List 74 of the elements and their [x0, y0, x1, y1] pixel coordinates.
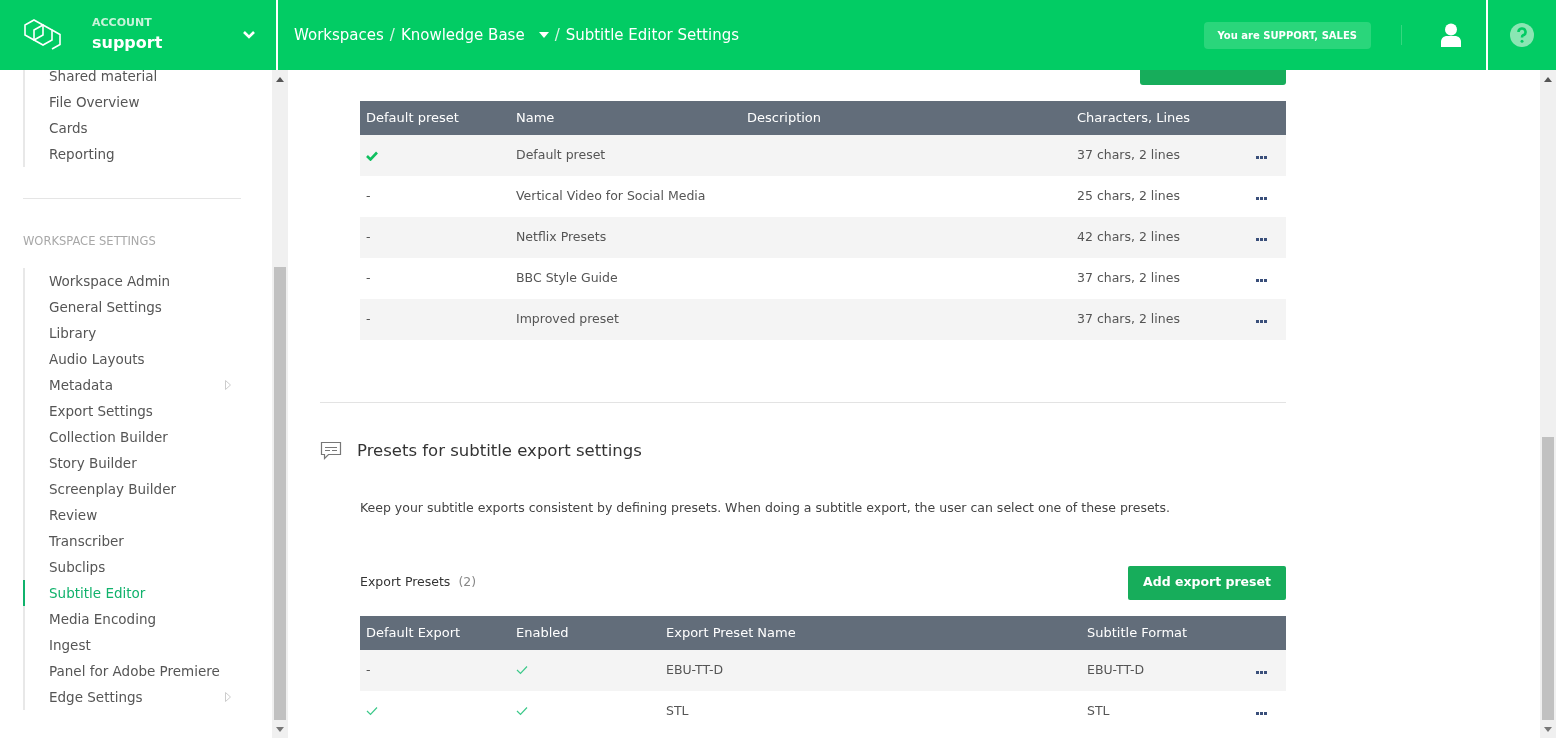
more-icon[interactable]	[1256, 238, 1267, 242]
table-cell: EBU-TT-D	[1087, 661, 1145, 677]
logo-icon[interactable]	[24, 17, 62, 53]
table-cell: -	[366, 229, 371, 245]
caret-down-icon[interactable]	[538, 32, 549, 39]
sidebar-item[interactable]: Reporting	[23, 141, 241, 167]
sidebar-item[interactable]: Cards	[23, 115, 241, 141]
scrollbar[interactable]	[272, 70, 288, 738]
section-heading: WORKSPACE SETTINGS	[23, 233, 157, 250]
table-cell: STL	[666, 702, 689, 718]
sidebar-item[interactable]: Review	[23, 502, 241, 529]
table-cell: Improved preset	[516, 311, 619, 327]
sidebar-item[interactable]: Story Builder	[23, 450, 241, 477]
sidebar-item[interactable]: Subclips	[23, 554, 241, 581]
breadcrumb-separator: /	[389, 24, 395, 46]
count-label: (2)	[458, 574, 477, 590]
more-icon[interactable]	[1256, 320, 1267, 324]
breadcrumb-separator: /	[554, 24, 560, 46]
sidebar-item[interactable]: Screenplay Builder	[23, 476, 241, 503]
sidebar-item[interactable]: Media Encoding	[23, 606, 241, 633]
more-icon[interactable]	[1256, 279, 1267, 283]
scrollbar[interactable]	[1540, 70, 1556, 738]
table-cell: EBU-TT-D	[666, 661, 724, 677]
sidebar-item[interactable]: Edge Settings	[23, 684, 241, 711]
sidebar-item[interactable]: Shared material	[23, 70, 241, 89]
column-header: Subtitle Format	[1081, 615, 1250, 650]
column-header: Export Preset Name	[660, 615, 1081, 650]
sidebar-item[interactable]: Metadata	[23, 372, 241, 399]
column-header: Default Export	[360, 615, 510, 650]
table-cell: STL	[1087, 702, 1110, 718]
table-cell: -	[366, 188, 371, 204]
table-cell: -	[366, 661, 371, 677]
help-icon[interactable]	[1510, 23, 1534, 47]
table-cell: 37 chars, 2 lines	[1077, 311, 1180, 327]
sidebar-item[interactable]: Transcriber	[23, 528, 241, 555]
table-cell: Netflix Presets	[516, 229, 607, 245]
table-cell: 37 chars, 2 lines	[1077, 270, 1180, 286]
sidebar-item[interactable]: Workspace Admin	[23, 268, 241, 295]
sidebar-item[interactable]: Collection Builder	[23, 424, 241, 451]
column-header: Description	[741, 101, 1071, 135]
table-cell: 37 chars, 2 lines	[1077, 147, 1180, 163]
sidebar-item[interactable]: Ingest	[23, 632, 241, 659]
speech-bubble-icon	[320, 441, 342, 462]
section-description: Keep your subtitle exports consistent by defining presets. When doing a subtitle export, the user can select one of these presets.	[360, 498, 1171, 517]
sidebar-item[interactable]: Library	[23, 320, 241, 347]
table-cell: 25 chars, 2 lines	[1077, 188, 1180, 204]
table-cell: -	[366, 270, 371, 286]
table-cell: 42 chars, 2 lines	[1077, 229, 1180, 245]
list-title: Export Presets	[360, 574, 451, 590]
more-icon[interactable]	[1256, 670, 1267, 674]
column-header: Characters, Lines	[1071, 101, 1250, 135]
sidebar-item[interactable]: Export Settings	[23, 398, 241, 425]
table-cell: Default preset	[516, 147, 606, 163]
chevron-right-icon[interactable]	[225, 692, 231, 703]
column-header: Default preset	[360, 101, 510, 135]
more-icon[interactable]	[1256, 156, 1267, 160]
sidebar-item[interactable]: Audio Layouts	[23, 346, 241, 373]
table-cell: BBC Style Guide	[516, 270, 618, 286]
sidebar-item[interactable]: General Settings	[23, 294, 241, 321]
table-cell: -	[366, 311, 371, 327]
sidebar-item[interactable]: File Overview	[23, 89, 241, 115]
role-badge: You are SUPPORT, SALES	[1203, 21, 1371, 49]
sidebar-item[interactable]: Panel for Adobe Premiere	[23, 658, 241, 685]
column-header: Enabled	[510, 615, 660, 650]
account-label: ACCOUNT	[92, 14, 153, 31]
table-cell: Vertical Video for Social Media	[516, 188, 706, 204]
section-title: Presets for subtitle export settings	[357, 440, 642, 462]
chevron-right-icon[interactable]	[225, 380, 231, 391]
column-header: Name	[510, 101, 741, 135]
user-icon[interactable]	[1440, 23, 1462, 47]
account-name: support	[92, 32, 164, 55]
chevron-down-icon[interactable]	[242, 30, 256, 40]
more-icon[interactable]	[1256, 711, 1267, 715]
more-icon[interactable]	[1256, 197, 1267, 201]
